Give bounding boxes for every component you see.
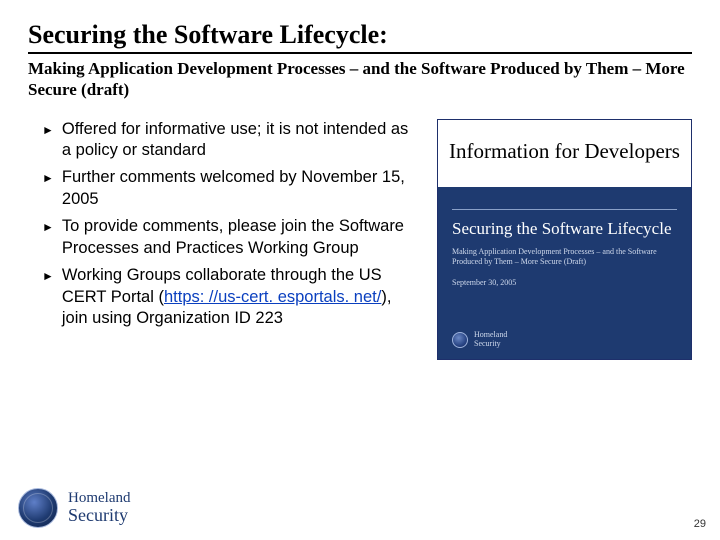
cover-org-l2: Security <box>474 340 507 349</box>
side-panel: Information for Developers Securing the … <box>437 119 692 360</box>
page-number: 29 <box>694 518 706 530</box>
bullet-icon: ► <box>42 220 54 259</box>
document-cover: Securing the Software Lifecycle Making A… <box>438 187 691 359</box>
cover-footer: Homeland Security <box>452 331 507 349</box>
slide-title: Securing the Software Lifecycle: <box>28 20 692 50</box>
content-row: ► Offered for informative use; it is not… <box>28 119 692 360</box>
footer-org-l2: Security <box>68 506 130 525</box>
panel-heading: Information for Developers <box>438 120 691 187</box>
cover-org: Homeland Security <box>474 331 507 349</box>
bullet-text: To provide comments, please join the Sof… <box>62 216 417 259</box>
bullet-icon: ► <box>42 123 54 162</box>
list-item: ► Offered for informative use; it is not… <box>64 119 417 162</box>
footer-org-l1: Homeland <box>68 491 130 507</box>
portal-link[interactable]: https: //us-cert. esportals. net/ <box>164 288 381 306</box>
footer-org: Homeland Security <box>68 491 130 526</box>
title-rule <box>28 52 692 54</box>
slide-footer: Homeland Security <box>18 488 130 528</box>
dhs-seal-icon <box>452 332 468 348</box>
bullet-list: ► Offered for informative use; it is not… <box>28 119 417 336</box>
cover-title: Securing the Software Lifecycle <box>452 218 677 239</box>
cover-rule <box>452 209 677 210</box>
bullet-icon: ► <box>42 171 54 210</box>
cover-subtitle: Making Application Development Processes… <box>452 247 677 268</box>
bullet-text: Offered for informative use; it is not i… <box>62 119 417 162</box>
bullet-text: Further comments welcomed by November 15… <box>62 167 417 210</box>
dhs-seal-icon <box>18 488 58 528</box>
cover-date: September 30, 2005 <box>452 278 677 287</box>
list-item: ► To provide comments, please join the S… <box>64 216 417 259</box>
list-item: ► Working Groups collaborate through the… <box>64 265 417 329</box>
bullet-text: Working Groups collaborate through the U… <box>62 265 417 329</box>
list-item: ► Further comments welcomed by November … <box>64 167 417 210</box>
bullet-icon: ► <box>42 269 54 329</box>
slide-subtitle: Making Application Development Processes… <box>28 58 692 101</box>
